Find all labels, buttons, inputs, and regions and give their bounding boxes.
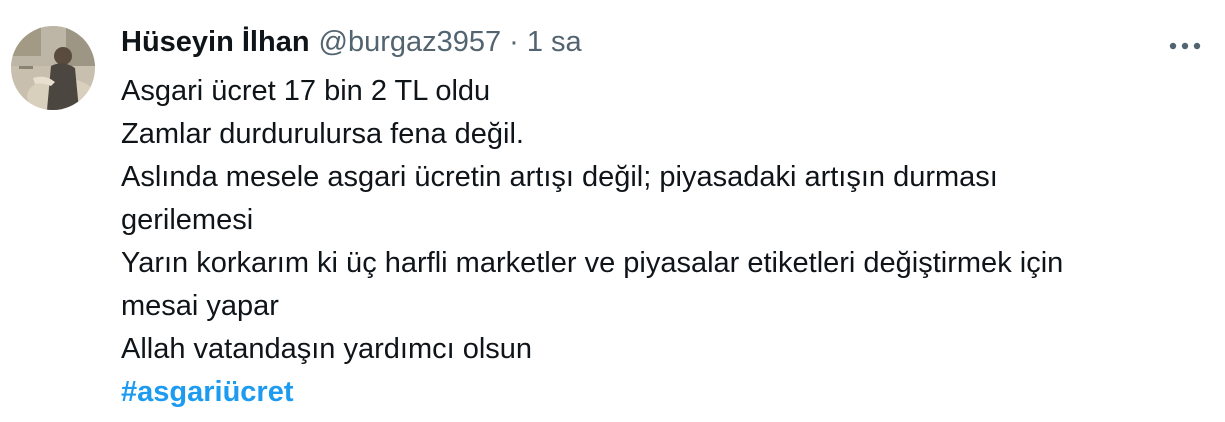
tweet-line: Allah vatandaşın yardımcı olsun (121, 333, 533, 365)
author-handle[interactable]: @burgaz3957 (319, 22, 502, 62)
timestamp[interactable]: 1 sa (527, 22, 582, 62)
tweet-header: Hüseyin İlhan @burgaz3957 · 1 sa (121, 22, 1201, 62)
tweet-line: gerilemesi (121, 204, 254, 236)
tweet-line: mesai yapar (121, 290, 279, 322)
tweet-line: Zamlar durdurulursa fena değil. (121, 118, 524, 150)
author-name[interactable]: Hüseyin İlhan (121, 22, 310, 62)
tweet-line: Yarın korkarım ki üç harfli marketler ve… (121, 247, 1064, 279)
hashtag-link[interactable]: #asgariücret (121, 371, 1201, 414)
tweet-card[interactable]: Hüseyin İlhan @burgaz3957 · 1 sa Asgari … (0, 0, 1225, 422)
separator-dot: · (509, 26, 519, 58)
tweet-text: Asgari ücret 17 bin 2 TL oldu Zamlar dur… (121, 70, 1201, 414)
more-horizontal-icon (1169, 42, 1201, 50)
avatar[interactable] (11, 26, 95, 110)
more-options-button[interactable] (1160, 26, 1210, 66)
avatar-photo (11, 26, 95, 110)
tweet-content: Hüseyin İlhan @burgaz3957 · 1 sa Asgari … (121, 22, 1201, 414)
tweet-line: Aslında mesele asgari ücretin artışı değ… (121, 161, 998, 193)
tweet-line: Asgari ücret 17 bin 2 TL oldu (121, 75, 491, 107)
